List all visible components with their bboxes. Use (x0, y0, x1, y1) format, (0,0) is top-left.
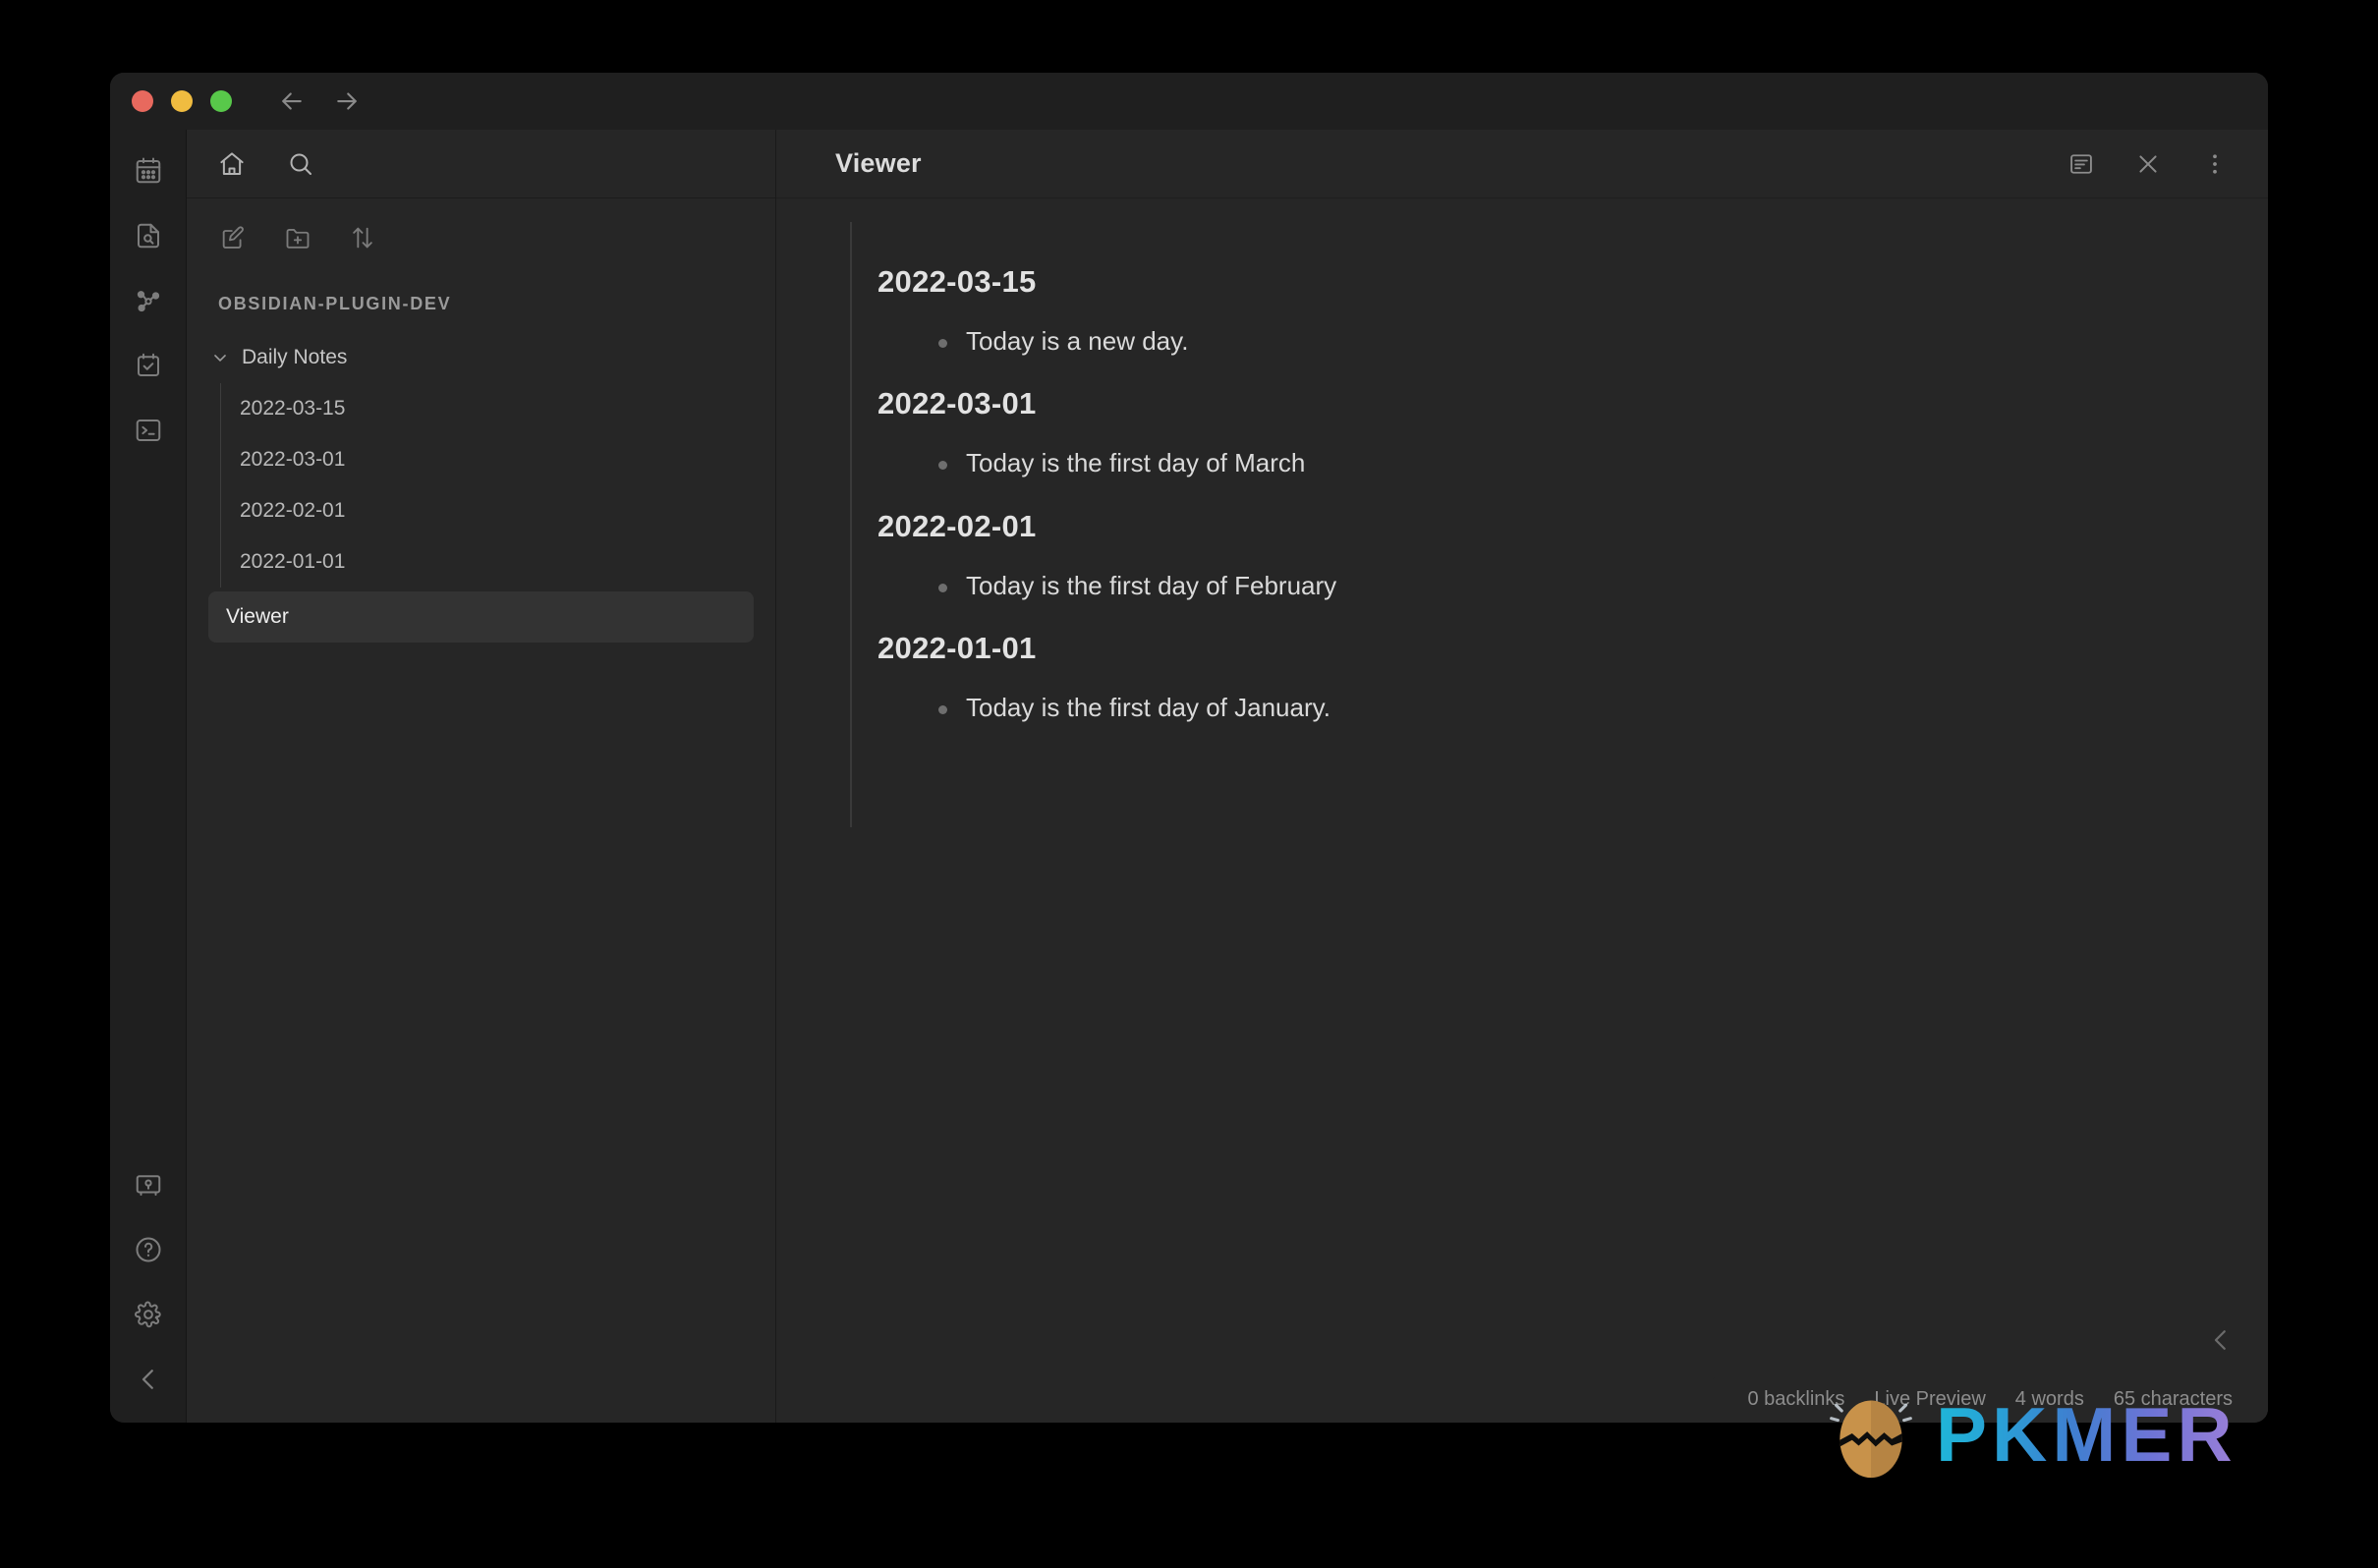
entry-block: 2022-02-01 Today is the first day of Feb… (834, 508, 2210, 603)
page-title: Viewer (835, 148, 922, 178)
more-options-icon[interactable] (2197, 146, 2233, 182)
tree-folder-daily-notes[interactable]: Daily Notes (187, 332, 775, 383)
document-content: 2022-03-15 Today is a new day. 2022-03-0… (834, 198, 2210, 827)
date-heading: 2022-02-01 (878, 508, 1037, 543)
ribbon-sidebar (110, 130, 187, 1423)
list-item: Today is the first day of January. (878, 691, 2210, 725)
ribbon-top-group (127, 149, 170, 452)
tree-file-viewer[interactable]: Viewer (208, 591, 754, 643)
bullet-icon (938, 339, 947, 349)
ribbon-bottom-group (127, 1163, 170, 1401)
title-bar (110, 73, 2268, 130)
back-arrow-icon[interactable] (277, 86, 307, 116)
sort-icon[interactable] (346, 221, 379, 254)
view-actions (2064, 146, 2233, 182)
navigation-arrows (277, 86, 362, 116)
graph-icon[interactable] (127, 279, 170, 322)
terminal-icon[interactable] (127, 409, 170, 452)
collapse-sidebar-icon[interactable] (127, 1358, 170, 1401)
expand-right-sidebar-icon[interactable] (2201, 1320, 2240, 1360)
pkmer-egg-icon (1830, 1400, 1912, 1479)
pkmer-wordmark: PKMER (1936, 1391, 2237, 1478)
bullet-icon (938, 583, 947, 592)
calendar-icon[interactable] (127, 149, 170, 193)
new-note-icon[interactable] (216, 221, 250, 254)
editor-scroll-area[interactable]: 2022-03-15 Today is a new day. 2022-03-0… (776, 198, 2268, 1423)
vault-icon[interactable] (127, 1163, 170, 1206)
close-icon[interactable] (2130, 146, 2166, 182)
entry-block: 2022-03-01 Today is the first day of Mar… (834, 385, 2210, 480)
chevron-down-icon[interactable] (208, 346, 232, 369)
close-window-button[interactable] (132, 90, 153, 112)
explorer-navbar (187, 130, 775, 198)
gear-icon[interactable] (127, 1293, 170, 1336)
tree-file-2022-02-01[interactable]: 2022-02-01 (230, 485, 775, 536)
file-search-icon[interactable] (127, 214, 170, 257)
indent-guide (850, 222, 852, 827)
list-item: Today is the first day of February (878, 569, 2210, 603)
search-icon[interactable] (283, 146, 318, 182)
date-heading: 2022-03-01 (878, 386, 1037, 421)
list-item-text: Today is the first day of March (966, 448, 1306, 478)
tree-file-2022-01-01[interactable]: 2022-01-01 (230, 536, 775, 588)
tree-file-2022-03-01[interactable]: 2022-03-01 (230, 434, 775, 485)
file-explorer: OBSIDIAN-PLUGIN-DEV Daily Notes 2022-03-… (187, 130, 776, 1423)
view-header: Viewer (776, 130, 2268, 198)
forward-arrow-icon[interactable] (332, 86, 362, 116)
entry-block: 2022-01-01 Today is the first day of Jan… (834, 630, 2210, 725)
list-item: Today is a new day. (878, 324, 2210, 359)
maximize-window-button[interactable] (210, 90, 232, 112)
list-item: Today is the first day of March (878, 446, 2210, 480)
new-folder-icon[interactable] (281, 221, 314, 254)
tree-folder-children: 2022-03-15 2022-03-01 2022-02-01 2022-01… (187, 383, 775, 588)
tree-file-2022-03-15[interactable]: 2022-03-15 (230, 383, 775, 434)
bullet-icon (938, 461, 947, 471)
window-body: OBSIDIAN-PLUGIN-DEV Daily Notes 2022-03-… (110, 130, 2268, 1423)
minimize-window-button[interactable] (171, 90, 193, 112)
explorer-toolbar (187, 198, 775, 277)
date-heading: 2022-01-01 (878, 630, 1037, 665)
tree-folder-label: Daily Notes (242, 346, 348, 368)
file-tree: Daily Notes 2022-03-15 2022-03-01 2022-0… (187, 324, 775, 643)
home-icon[interactable] (214, 146, 250, 182)
reading-view-icon[interactable] (2064, 146, 2099, 182)
date-heading: 2022-03-15 (878, 264, 1037, 299)
pkmer-watermark: PKMER (1824, 1387, 2237, 1482)
traffic-lights (132, 90, 232, 112)
tasks-icon[interactable] (127, 344, 170, 387)
list-item-text: Today is the first day of January. (966, 693, 1331, 723)
screen: OBSIDIAN-PLUGIN-DEV Daily Notes 2022-03-… (0, 0, 2378, 1568)
bullet-icon (938, 705, 947, 715)
entry-block: 2022-03-15 Today is a new day. (834, 263, 2210, 359)
main-pane: Viewer 2022-03-15 Today is a new day. 20… (776, 130, 2268, 1423)
help-icon[interactable] (127, 1228, 170, 1271)
obsidian-window: OBSIDIAN-PLUGIN-DEV Daily Notes 2022-03-… (110, 73, 2268, 1423)
list-item-text: Today is a new day. (966, 326, 1189, 357)
list-item-text: Today is the first day of February (966, 570, 1337, 600)
vault-name: OBSIDIAN-PLUGIN-DEV (218, 293, 452, 313)
